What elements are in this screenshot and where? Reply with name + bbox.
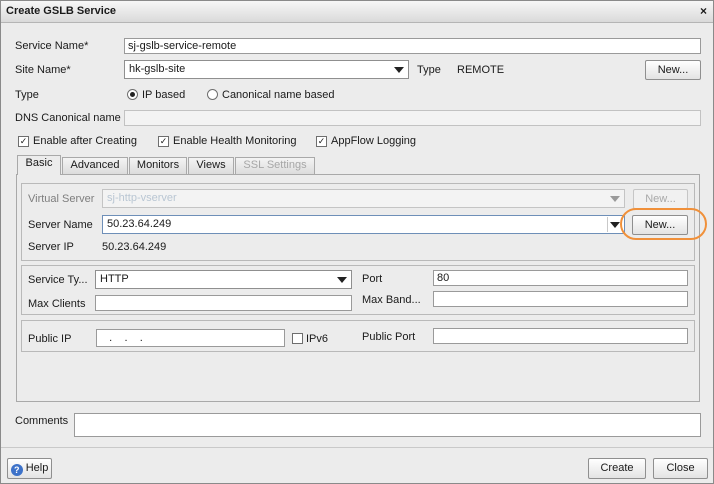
appflow-logging-checkbox[interactable]: ✓ bbox=[316, 136, 327, 147]
type-ip-based-radio[interactable] bbox=[127, 89, 138, 100]
public-port-input[interactable] bbox=[433, 328, 688, 344]
chevron-down-icon bbox=[394, 67, 404, 73]
public-ip-input[interactable] bbox=[96, 329, 285, 347]
port-label: Port bbox=[362, 273, 383, 285]
service-type-label: Service Ty... bbox=[28, 274, 88, 286]
enable-after-creating-checkbox[interactable]: ✓ bbox=[18, 136, 29, 147]
server-name-value: 50.23.64.249 bbox=[107, 218, 172, 230]
site-new-button[interactable]: New... bbox=[645, 60, 701, 80]
chevron-down-icon bbox=[337, 277, 347, 283]
site-type-value: REMOTE bbox=[457, 64, 505, 76]
tab-ssl-settings[interactable]: SSL Settings bbox=[235, 157, 315, 174]
service-name-input[interactable] bbox=[124, 38, 701, 54]
service-type-select[interactable]: HTTP bbox=[95, 270, 352, 289]
service-name-label: Service Name* bbox=[15, 40, 89, 52]
appflow-logging-label: AppFlow Logging bbox=[331, 135, 417, 147]
type-label: Type bbox=[15, 89, 39, 101]
server-ip-label: Server IP bbox=[28, 241, 74, 253]
type-ip-based-label: IP based bbox=[142, 89, 186, 101]
public-port-label: Public Port bbox=[362, 331, 416, 343]
server-name-new-button[interactable]: New... bbox=[632, 215, 688, 235]
close-button[interactable]: Close bbox=[653, 458, 708, 479]
site-type-label: Type bbox=[417, 64, 441, 76]
ipv6-label: IPv6 bbox=[306, 333, 329, 345]
enable-after-creating-label: Enable after Creating bbox=[33, 135, 137, 147]
site-name-select[interactable]: hk-gslb-site bbox=[124, 60, 409, 79]
chevron-down-icon bbox=[610, 222, 620, 228]
server-ip-value: 50.23.64.249 bbox=[102, 241, 167, 253]
help-icon: ? bbox=[10, 464, 23, 476]
site-name-label: Site Name* bbox=[15, 64, 71, 76]
site-name-value: hk-gslb-site bbox=[129, 63, 186, 75]
max-bandwidth-label: Max Band... bbox=[362, 294, 421, 306]
virtual-server-new-button[interactable]: New... bbox=[633, 189, 688, 209]
enable-health-monitoring-checkbox[interactable]: ✓ bbox=[158, 136, 169, 147]
title-bar[interactable]: Create GSLB Service × bbox=[1, 1, 713, 23]
max-clients-label: Max Clients bbox=[28, 298, 86, 310]
help-button[interactable]: ? Help bbox=[7, 458, 52, 479]
server-name-label: Server Name bbox=[28, 219, 93, 231]
comments-label: Comments bbox=[15, 415, 69, 427]
comments-textarea[interactable] bbox=[74, 413, 701, 437]
dns-canonical-input[interactable] bbox=[124, 110, 701, 126]
public-ip-label: Public IP bbox=[28, 333, 72, 345]
port-input[interactable] bbox=[433, 270, 688, 286]
enable-health-monitoring-label: Enable Health Monitoring bbox=[173, 135, 297, 147]
dialog-title: Create GSLB Service bbox=[6, 5, 117, 17]
dns-canonical-label: DNS Canonical name bbox=[15, 112, 121, 124]
ipv6-checkbox[interactable] bbox=[292, 333, 303, 344]
chevron-down-icon bbox=[610, 196, 620, 202]
footer-divider bbox=[1, 447, 713, 448]
help-label: Help bbox=[25, 462, 49, 474]
tab-advanced[interactable]: Advanced bbox=[62, 157, 128, 174]
type-canonical-radio[interactable] bbox=[207, 89, 218, 100]
virtual-server-select[interactable]: sj-http-vserver bbox=[102, 189, 625, 208]
tab-views[interactable]: Views bbox=[188, 157, 234, 174]
server-name-select[interactable]: 50.23.64.249 bbox=[102, 215, 625, 234]
virtual-server-value: sj-http-vserver bbox=[107, 192, 177, 204]
tab-monitors[interactable]: Monitors bbox=[129, 157, 187, 174]
virtual-server-label: Virtual Server bbox=[28, 193, 95, 205]
combo-separator bbox=[607, 217, 608, 232]
max-clients-input[interactable] bbox=[95, 295, 352, 311]
create-button[interactable]: Create bbox=[588, 458, 646, 479]
max-bandwidth-input[interactable] bbox=[433, 291, 688, 307]
close-icon[interactable]: × bbox=[700, 4, 707, 18]
type-canonical-label: Canonical name based bbox=[222, 89, 335, 101]
tab-basic[interactable]: Basic bbox=[17, 155, 61, 175]
service-type-value: HTTP bbox=[100, 273, 129, 285]
create-gslb-service-dialog: Create GSLB Service × Service Name* Site… bbox=[0, 0, 714, 484]
